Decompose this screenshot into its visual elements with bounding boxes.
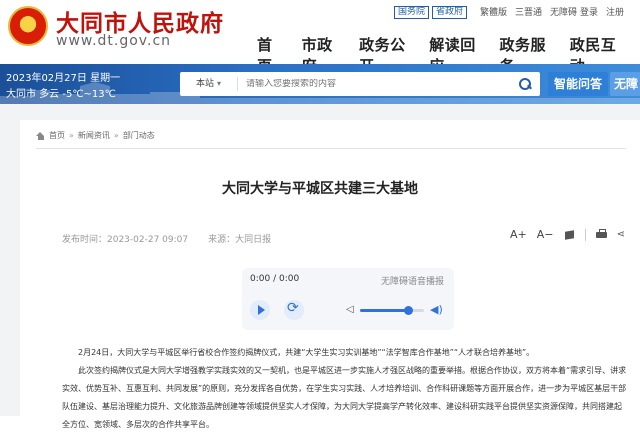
loop-button[interactable] <box>284 300 304 320</box>
article-body: 2月24日，大同大学与平城区举行省校合作签约揭牌仪式，共建“大学生实习实训基地”… <box>62 344 627 434</box>
national-emblem-icon[interactable] <box>8 6 48 46</box>
weather-info: 大同市 多云 -5℃~13℃ <box>6 89 116 100</box>
tool-separator <box>584 228 586 241</box>
smart-qa-button[interactable]: 智能问答 <box>548 72 609 96</box>
breadcrumb-department[interactable]: 部门动态 <box>123 130 155 141</box>
cube-icon[interactable] <box>564 229 575 240</box>
player-title: 无障碍语音播报 <box>380 277 444 287</box>
site-url: www.dt.gov.cn <box>56 33 172 49</box>
search-banner: 2023年02月27日 星期一 大同市 多云 -5℃~13℃ 本站 智能问答 无… <box>0 64 640 104</box>
search-input[interactable] <box>238 79 468 89</box>
volume-slider[interactable] <box>360 306 424 315</box>
player-time: 0:00 / 0:00 <box>250 274 300 284</box>
publish-time: 发布时间：2023-02-27 09:07 <box>62 235 189 245</box>
article-paragraph: 此次签约揭牌仪式是大同大学增强教学实践实效的又一契机，也是平城区进一步实施人才强… <box>62 366 627 429</box>
breadcrumb-home[interactable]: 首页 <box>49 130 65 141</box>
lang-links: 繁體版 三晋通 无障碍 <box>480 5 577 18</box>
article-card: 首页 » 新闻资讯 » 部门动态 大同大学与平城区共建三大基地 发布时间：202… <box>20 120 640 429</box>
share-icon[interactable]: ⋖ <box>617 229 625 240</box>
volume-fill <box>360 309 408 312</box>
state-council-link[interactable]: 国务院 <box>394 6 430 19</box>
accessibility-link[interactable]: 无障碍 <box>550 5 577 18</box>
font-decrease-button[interactable]: A− <box>537 228 554 241</box>
breadcrumb: 首页 » 新闻资讯 » 部门动态 <box>36 130 155 141</box>
article-title: 大同大学与平城区共建三大基地 <box>222 181 418 197</box>
article-paragraph: 2月24日，大同大学与平城区举行省校合作签约揭牌仪式，共建“大学生实习实训基地”… <box>78 348 535 357</box>
article-meta: 发布时间：2023-02-27 09:07 来源：大同日报 <box>62 232 271 245</box>
search-box: 本站 <box>180 72 540 96</box>
font-increase-button[interactable]: A+ <box>510 228 527 241</box>
accessibility-button[interactable]: 无障 <box>610 72 640 96</box>
print-icon[interactable] <box>595 229 607 240</box>
search-icon[interactable] <box>518 77 532 91</box>
traditional-chinese-link[interactable]: 繁體版 <box>480 5 507 18</box>
current-date: 2023年02月27日 星期一 <box>6 73 121 84</box>
user-links: 登录 注册 <box>580 5 624 18</box>
breadcrumb-separator: » <box>69 131 74 140</box>
volume-knob[interactable] <box>404 306 413 315</box>
article-source: 来源：大同日报 <box>208 235 272 245</box>
home-icon <box>36 131 45 140</box>
register-link[interactable]: 注册 <box>606 5 624 18</box>
search-scope-select[interactable]: 本站 <box>180 77 238 91</box>
divider <box>36 148 626 149</box>
provincial-gov-link[interactable]: 省政府 <box>432 6 468 19</box>
site-header: 大同市人民政府 www.dt.gov.cn 国务院 省政府 繁體版 三晋通 无障… <box>0 0 640 75</box>
breadcrumb-separator: » <box>113 131 119 140</box>
top-links: 国务院 省政府 <box>394 6 468 19</box>
sanjintong-link[interactable]: 三晋通 <box>515 5 542 18</box>
login-link[interactable]: 登录 <box>580 5 598 18</box>
volume-high-icon[interactable]: ◀) <box>430 303 443 316</box>
volume-low-icon[interactable]: ◁ <box>346 304 354 315</box>
audio-player: 0:00 / 0:00 无障碍语音播报 ◁ ◀) <box>242 268 454 330</box>
article-tools: A+ A− ⋖ <box>510 228 625 241</box>
content-area: 首页 » 新闻资讯 » 部门动态 大同大学与平城区共建三大基地 发布时间：202… <box>0 104 640 429</box>
breadcrumb-news[interactable]: 新闻资讯 <box>78 130 110 141</box>
play-button[interactable] <box>250 300 270 320</box>
